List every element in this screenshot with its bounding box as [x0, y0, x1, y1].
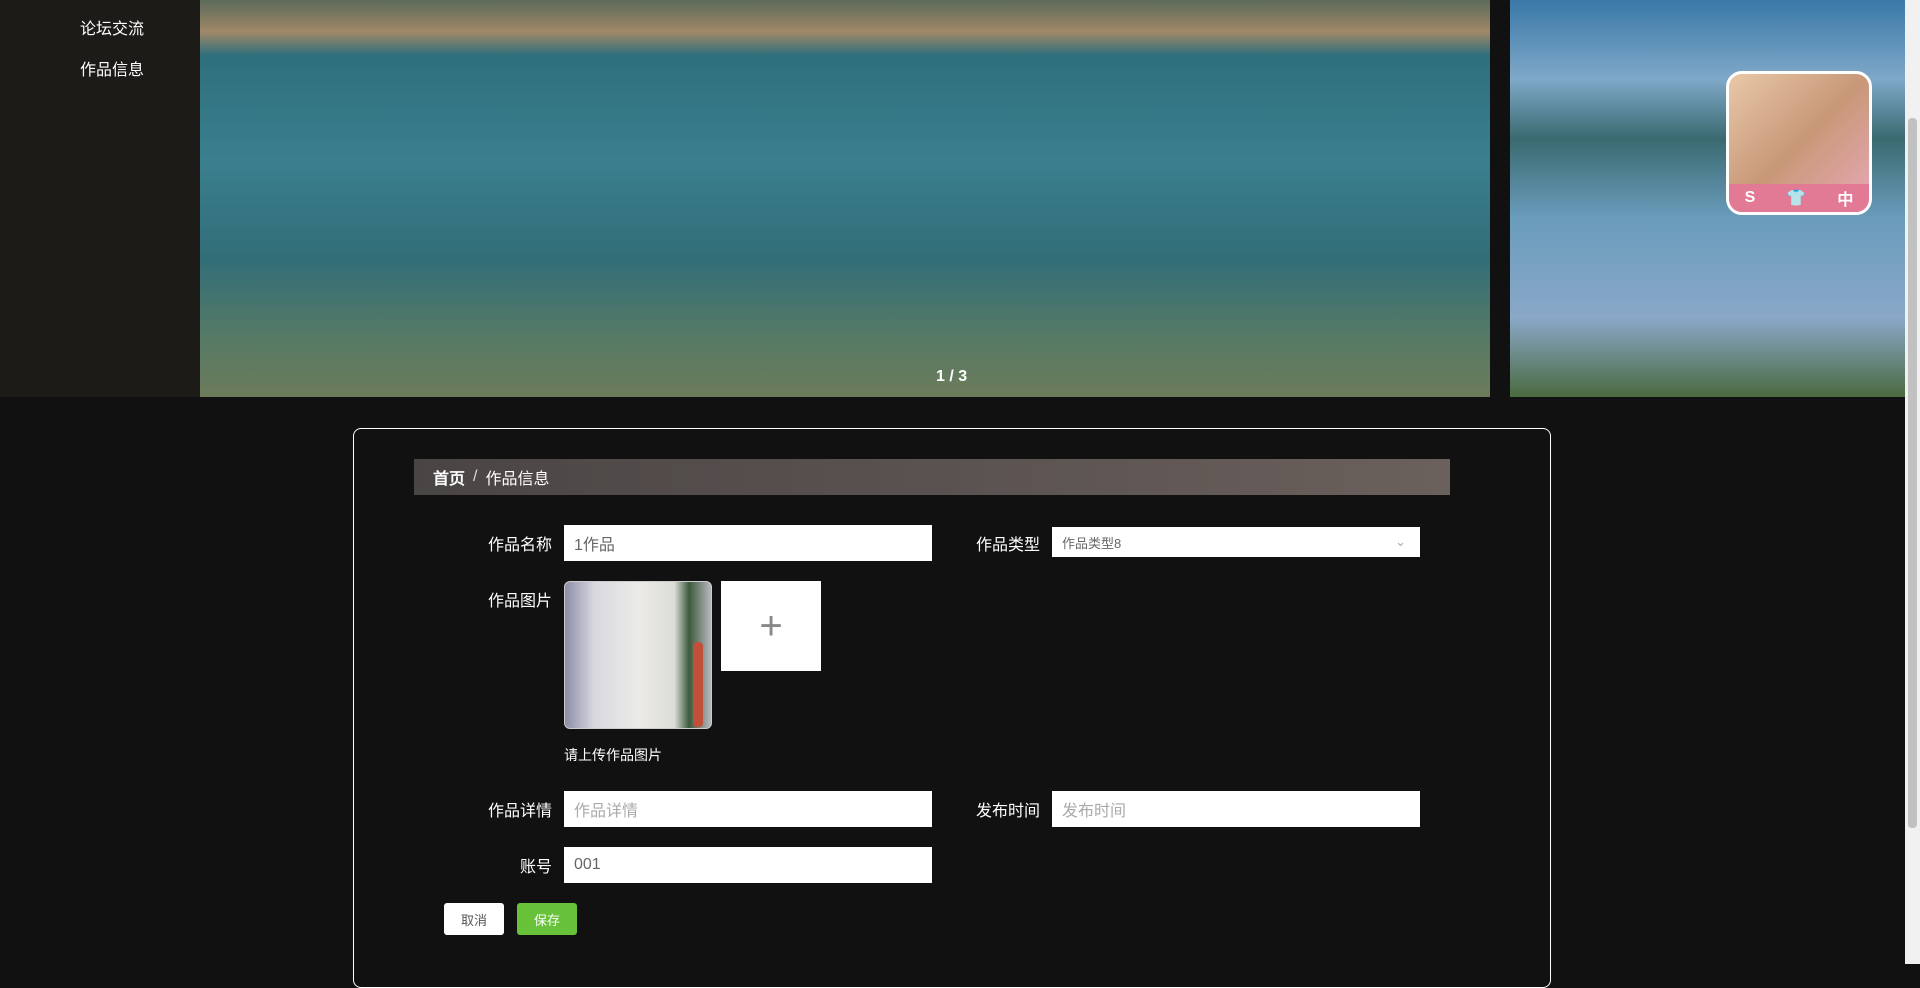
- upload-hint: 请上传作品图片: [564, 747, 662, 763]
- type-label: 作品类型: [975, 537, 1040, 554]
- breadcrumb-separator: /: [473, 468, 478, 485]
- scrollbar[interactable]: [1905, 0, 1920, 964]
- pen-graphic: [693, 642, 703, 727]
- sidebar: 论坛交流 作品信息: [0, 0, 200, 397]
- carousel-indicator: 1 / 3: [936, 368, 968, 385]
- sidebar-item-works[interactable]: 作品信息: [80, 56, 144, 80]
- image-label: 作品图片: [487, 593, 552, 610]
- chevron-down-icon: ⌄: [1395, 534, 1406, 549]
- detail-label: 作品详情: [487, 803, 552, 820]
- name-input[interactable]: 1作品: [564, 525, 932, 561]
- account-input[interactable]: 001: [564, 847, 932, 883]
- cancel-button[interactable]: 取消: [444, 903, 504, 935]
- type-value: 作品类型8: [1062, 535, 1122, 551]
- detail-input[interactable]: 作品详情: [564, 791, 932, 827]
- upload-button[interactable]: +: [721, 581, 821, 671]
- plus-icon: +: [759, 603, 783, 648]
- breadcrumb: 首页 / 作品信息: [414, 459, 1450, 495]
- badge-zh: 中: [1837, 192, 1854, 209]
- carousel-slide[interactable]: [200, 0, 1490, 397]
- sidebar-item-forum[interactable]: 论坛交流: [80, 15, 144, 39]
- badge-s: S: [1744, 189, 1756, 206]
- name-label: 作品名称: [487, 537, 552, 554]
- publish-time-input[interactable]: 发布时间: [1052, 791, 1420, 827]
- scrollbar-thumb[interactable]: [1908, 118, 1917, 828]
- type-select[interactable]: 作品类型8 ⌄: [1052, 527, 1420, 557]
- publish-time-label: 发布时间: [975, 803, 1040, 820]
- work-image-thumbnail[interactable]: [564, 581, 712, 729]
- work-form: 首页 / 作品信息 作品名称 1作品 作品类型 作品类型8 ⌄ 作品图片 + 请…: [353, 428, 1551, 988]
- account-label: 账号: [519, 859, 552, 876]
- floating-avatar[interactable]: S 👕 中: [1726, 71, 1872, 215]
- breadcrumb-home[interactable]: 首页: [433, 465, 465, 489]
- breadcrumb-current: 作品信息: [485, 471, 550, 488]
- save-button[interactable]: 保存: [517, 903, 577, 935]
- shirt-icon: 👕: [1786, 190, 1807, 207]
